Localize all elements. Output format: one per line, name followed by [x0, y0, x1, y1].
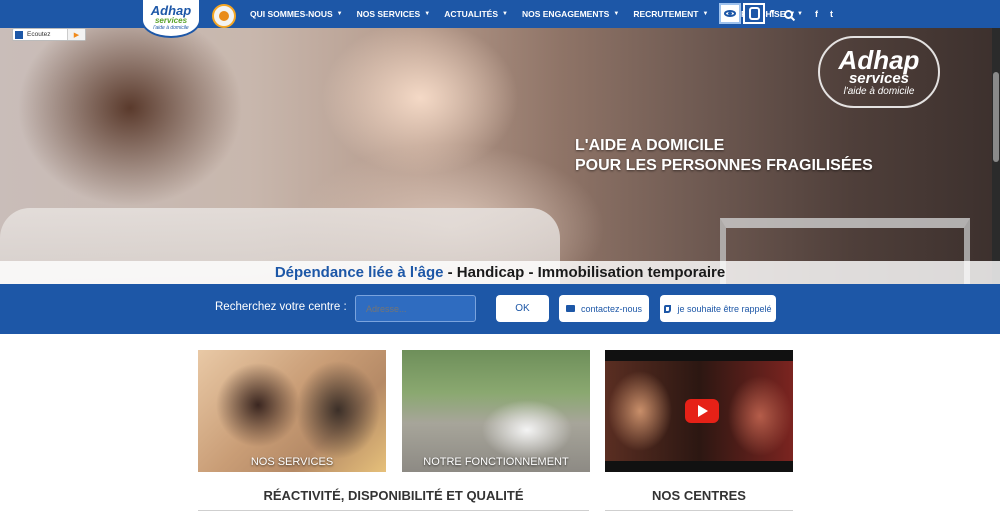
contact-label: contactez-nous [580, 303, 643, 314]
nav-label: RECRUTEMENT [633, 9, 699, 19]
nav-label: ACTUALITÉS [444, 9, 499, 19]
hero-logo-line-2: services [848, 69, 910, 87]
adhap-logo[interactable]: Adhap services l'aide à domicile [141, 0, 201, 38]
chevron-down-icon: ▼ [424, 11, 431, 17]
hero-banner: Adhap services l'aide à domicile L'AIDE … [0, 28, 1000, 284]
hero-logo-line-3: l'aide à domicile [843, 85, 915, 97]
nav-nos-engagements[interactable]: NOS ENGAGEMENTS ▼ [515, 0, 626, 28]
chevron-down-icon: ▼ [702, 11, 709, 17]
nav-actualites[interactable]: ACTUALITÉS ▼ [437, 0, 515, 28]
nav-label: NOS SERVICES [356, 9, 421, 19]
nav-label: NOS ENGAGEMENTS [521, 9, 610, 19]
card-notre-fonctionnement[interactable]: NOTRE FONCTIONNEMENT [402, 350, 590, 472]
card-nos-services[interactable]: NOS SERVICES [198, 350, 386, 472]
chevron-down-icon[interactable]: ▼ [769, 9, 776, 16]
hero-logo-line-1: Adhap [838, 44, 920, 75]
top-icons: ▼ f t [784, 0, 833, 28]
scrollbar-thumb[interactable] [993, 72, 999, 162]
facebook-icon[interactable]: f [815, 9, 818, 19]
envelope-icon [565, 305, 575, 312]
address-search-input[interactable] [355, 295, 476, 322]
nav-qui-sommes-nous[interactable]: QUI SOMMES-NOUS ▼ [243, 0, 350, 28]
tagline-rest: - Handicap - Immobilisation temporaire [443, 264, 726, 281]
hero-scrollbar[interactable] [992, 28, 1000, 284]
eye-accessibility-icon[interactable] [719, 3, 741, 24]
hero-adhap-logo: Adhap services l'aide à domicile [818, 36, 940, 108]
divider [198, 510, 589, 511]
divider [605, 510, 793, 511]
section-title-nos-centres: NOS CENTRES [652, 488, 746, 503]
phone-icon [664, 304, 672, 313]
ok-button[interactable]: OK [496, 295, 549, 322]
listen-widget[interactable]: Ecoutez ▶ [12, 28, 86, 41]
youtube-play-icon[interactable] [685, 399, 719, 423]
callback-label: je souhaite être rappelé [677, 303, 772, 314]
logo-line-3: l'aide à domicile [153, 25, 189, 31]
hero-title: L'AIDE A DOMICILE POUR LES PERSONNES FRA… [575, 136, 873, 176]
speaker-icon [15, 30, 23, 39]
listen-label: Ecoutez [27, 31, 51, 38]
logo-line-2: services [154, 16, 188, 25]
twitter-icon[interactable]: t [830, 9, 833, 19]
video-card[interactable] [605, 350, 793, 472]
center-search-band: Recherchez votre centre : OK contactez-n… [0, 284, 1000, 334]
card-label: NOS SERVICES [250, 456, 334, 468]
search-toggle[interactable]: ▼ [784, 9, 803, 19]
chevron-down-icon: ▼ [336, 11, 343, 17]
search-label: Recherchez votre centre : [215, 301, 347, 313]
callback-button[interactable]: je souhaite être rappelé [660, 295, 776, 322]
nav-label: QUI SOMMES-NOUS [250, 9, 333, 19]
chevron-down-icon: ▼ [613, 11, 620, 17]
play-icon[interactable]: ▶ [67, 29, 85, 40]
contact-button[interactable]: contactez-nous [559, 295, 649, 322]
certification-badge-icon [212, 4, 236, 28]
face-accessibility-icon[interactable] [743, 3, 765, 24]
nav-recrutement[interactable]: RECRUTEMENT ▼ [626, 0, 715, 28]
page: Adhap services l'aide à domicile QUI SOM… [0, 0, 1000, 512]
hero-tagline: Dépendance liée à l'âge - Handicap - Imm… [0, 261, 1000, 284]
nav-nos-services[interactable]: NOS SERVICES ▼ [350, 0, 438, 28]
tagline-highlight: Dépendance liée à l'âge [274, 264, 444, 281]
card-label: NOTRE FONCTIONNEMENT [423, 456, 569, 468]
chevron-down-icon: ▼ [797, 11, 803, 17]
search-icon [784, 9, 793, 19]
section-title-reactivite: RÉACTIVITÉ, DISPONIBILITÉ ET QUALITÉ [263, 488, 524, 503]
hero-title-line-1: L'AIDE A DOMICILE [575, 137, 725, 154]
chevron-down-icon: ▼ [502, 11, 508, 17]
hero-title-line-2: POUR LES PERSONNES FRAGILISÉES [575, 157, 873, 174]
